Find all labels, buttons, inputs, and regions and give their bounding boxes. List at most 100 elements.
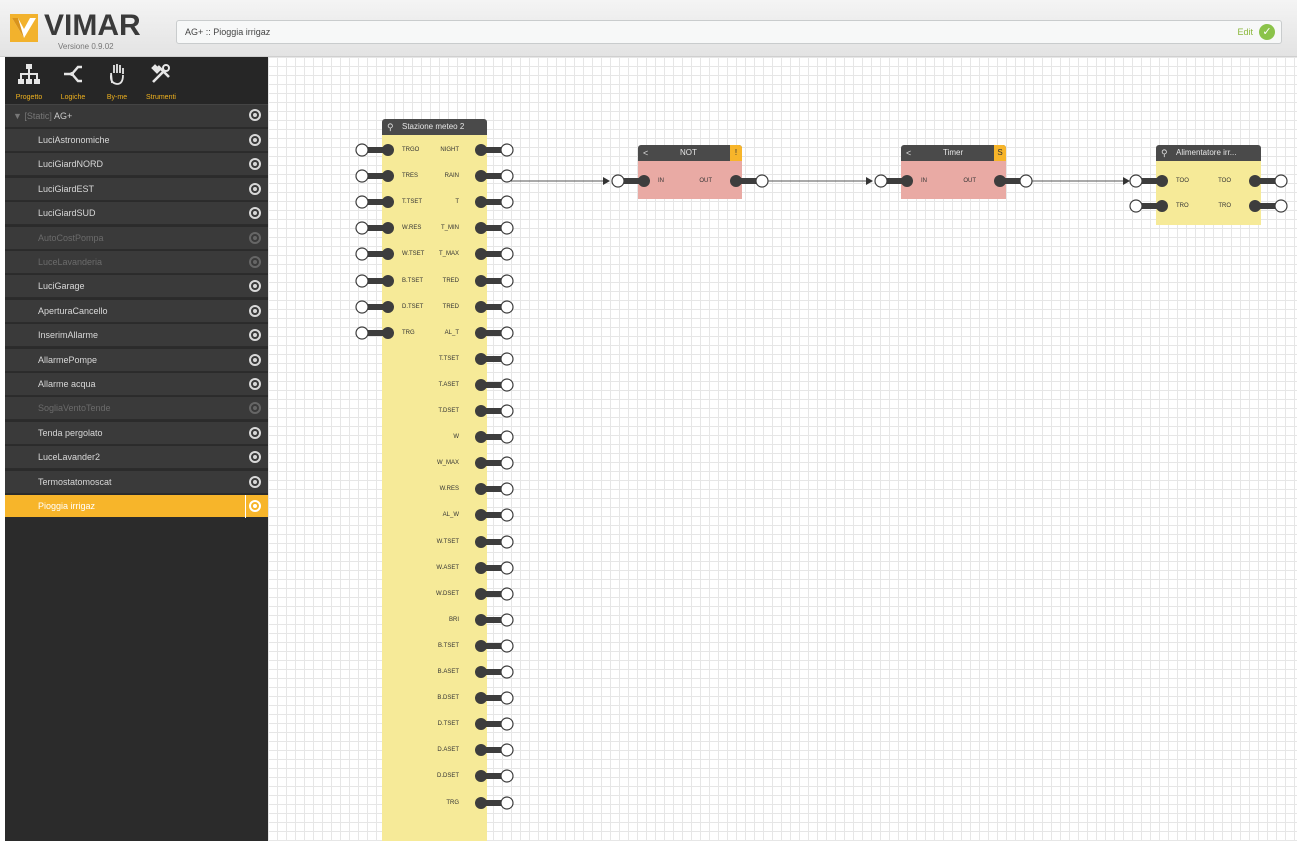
- output-port[interactable]: [468, 352, 514, 366]
- output-connector-icon[interactable]: [468, 299, 514, 314]
- output-port[interactable]: [468, 665, 514, 679]
- output-connector-icon[interactable]: [468, 352, 514, 366]
- output-connector-icon[interactable]: [468, 378, 514, 392]
- tab-strumenti[interactable]: Strumenti: [139, 59, 183, 103]
- input-connector-icon[interactable]: [355, 169, 401, 183]
- output-connector-icon[interactable]: [987, 174, 1033, 188]
- output-port[interactable]: [468, 639, 514, 653]
- edit-label[interactable]: Edit: [1237, 21, 1253, 43]
- output-connector-icon[interactable]: [468, 143, 514, 157]
- output-connector-icon[interactable]: [468, 169, 514, 183]
- output-port[interactable]: [468, 717, 514, 731]
- input-connector-icon[interactable]: [874, 174, 920, 188]
- output-connector-icon[interactable]: [468, 404, 514, 418]
- row-action-icon[interactable]: [249, 207, 261, 220]
- output-connector-icon[interactable]: [468, 769, 514, 783]
- output-port[interactable]: [987, 174, 1033, 188]
- output-port[interactable]: [468, 587, 514, 601]
- output-connector-icon[interactable]: [468, 430, 514, 444]
- row-action-icon[interactable]: [249, 329, 261, 342]
- output-port[interactable]: [468, 299, 514, 314]
- tree-item[interactable]: LuceLavanderia: [5, 251, 268, 274]
- row-action-icon[interactable]: [249, 158, 261, 171]
- output-connector-icon[interactable]: [468, 560, 514, 575]
- output-port[interactable]: [468, 795, 514, 810]
- tree-item[interactable]: LuciGiardNORD: [5, 153, 268, 177]
- tab-logiche[interactable]: Logiche: [51, 59, 95, 103]
- check-circle-icon[interactable]: ✓: [1259, 24, 1275, 40]
- output-connector-icon[interactable]: [468, 326, 514, 340]
- input-port[interactable]: [355, 326, 401, 340]
- row-action-icon[interactable]: [249, 182, 261, 195]
- input-connector-icon[interactable]: [355, 326, 401, 340]
- input-port[interactable]: [1129, 174, 1175, 188]
- output-connector-icon[interactable]: [468, 508, 514, 522]
- tree-item[interactable]: LuciGarage: [5, 275, 268, 299]
- tree-root[interactable]: ▼ [Static] AG+: [5, 105, 268, 127]
- input-connector-icon[interactable]: [355, 247, 401, 261]
- output-connector-icon[interactable]: [468, 717, 514, 731]
- tree-item[interactable]: Pioggia irrigaz: [5, 495, 268, 518]
- output-port[interactable]: [468, 534, 514, 549]
- output-connector-icon[interactable]: [468, 273, 514, 288]
- input-port[interactable]: [355, 143, 401, 157]
- output-connector-icon[interactable]: [468, 456, 514, 470]
- output-connector-icon[interactable]: [1242, 199, 1288, 213]
- output-port[interactable]: [468, 247, 514, 261]
- row-action-icon[interactable]: [249, 402, 261, 415]
- output-port[interactable]: [468, 378, 514, 392]
- input-connector-icon[interactable]: [1129, 199, 1175, 213]
- output-connector-icon[interactable]: [468, 639, 514, 653]
- input-connector-icon[interactable]: [355, 273, 401, 288]
- tree-item[interactable]: SogliaVentoTende: [5, 397, 268, 421]
- tree-item[interactable]: InserimAllarme: [5, 324, 268, 348]
- output-port[interactable]: [468, 456, 514, 470]
- output-port[interactable]: [468, 482, 514, 496]
- input-connector-icon[interactable]: [1129, 174, 1175, 188]
- add-icon[interactable]: [249, 109, 261, 121]
- tree-item[interactable]: LuciAstronomiche: [5, 129, 268, 152]
- output-port[interactable]: [468, 613, 514, 627]
- logic-canvas[interactable]: ⚲ Stazione meteo 2 TRGO TRES T.TSET W.RES W.…: [268, 57, 1297, 841]
- input-port[interactable]: [1129, 199, 1175, 213]
- block-header[interactable]: ⚲ Alimentatore irr...: [1156, 145, 1261, 161]
- tree-item[interactable]: AutoCostPompa: [5, 226, 268, 250]
- block-header[interactable]: < Timer S: [901, 145, 1006, 161]
- input-port[interactable]: [355, 247, 401, 261]
- output-connector-icon[interactable]: [468, 195, 514, 209]
- input-port[interactable]: [611, 174, 657, 188]
- tree-item[interactable]: Termostatomoscat: [5, 470, 268, 494]
- output-connector-icon[interactable]: [468, 587, 514, 601]
- output-connector-icon[interactable]: [468, 665, 514, 679]
- block-header[interactable]: ⚲ Stazione meteo 2: [382, 119, 487, 135]
- tree-item[interactable]: LuceLavander2: [5, 446, 268, 470]
- row-action-icon[interactable]: [249, 475, 261, 488]
- row-action-icon[interactable]: [249, 304, 261, 317]
- output-connector-icon[interactable]: [468, 743, 514, 757]
- row-action-icon[interactable]: [249, 280, 261, 293]
- output-port[interactable]: [468, 691, 514, 705]
- tree-item[interactable]: Allarme acqua: [5, 373, 268, 396]
- output-connector-icon[interactable]: [468, 221, 514, 235]
- input-connector-icon[interactable]: [355, 143, 401, 157]
- input-connector-icon[interactable]: [355, 195, 401, 209]
- tree-item[interactable]: AllarmePompe: [5, 348, 268, 372]
- output-port[interactable]: [468, 743, 514, 757]
- output-port[interactable]: [468, 404, 514, 418]
- output-connector-icon[interactable]: [468, 691, 514, 705]
- tree-item[interactable]: AperturaCancello: [5, 299, 268, 323]
- output-port[interactable]: [468, 143, 514, 157]
- input-port[interactable]: [355, 169, 401, 183]
- input-port[interactable]: [874, 174, 920, 188]
- output-port[interactable]: [468, 273, 514, 288]
- row-action-icon[interactable]: [249, 256, 261, 268]
- output-port[interactable]: [1242, 199, 1288, 213]
- output-port[interactable]: [468, 508, 514, 522]
- block-header[interactable]: < NOT !: [638, 145, 742, 161]
- output-port[interactable]: [468, 430, 514, 444]
- row-action-icon[interactable]: [249, 134, 261, 146]
- row-action-icon[interactable]: [249, 378, 261, 390]
- row-action-icon[interactable]: [249, 426, 261, 439]
- output-port[interactable]: [723, 174, 769, 188]
- output-port[interactable]: [468, 769, 514, 783]
